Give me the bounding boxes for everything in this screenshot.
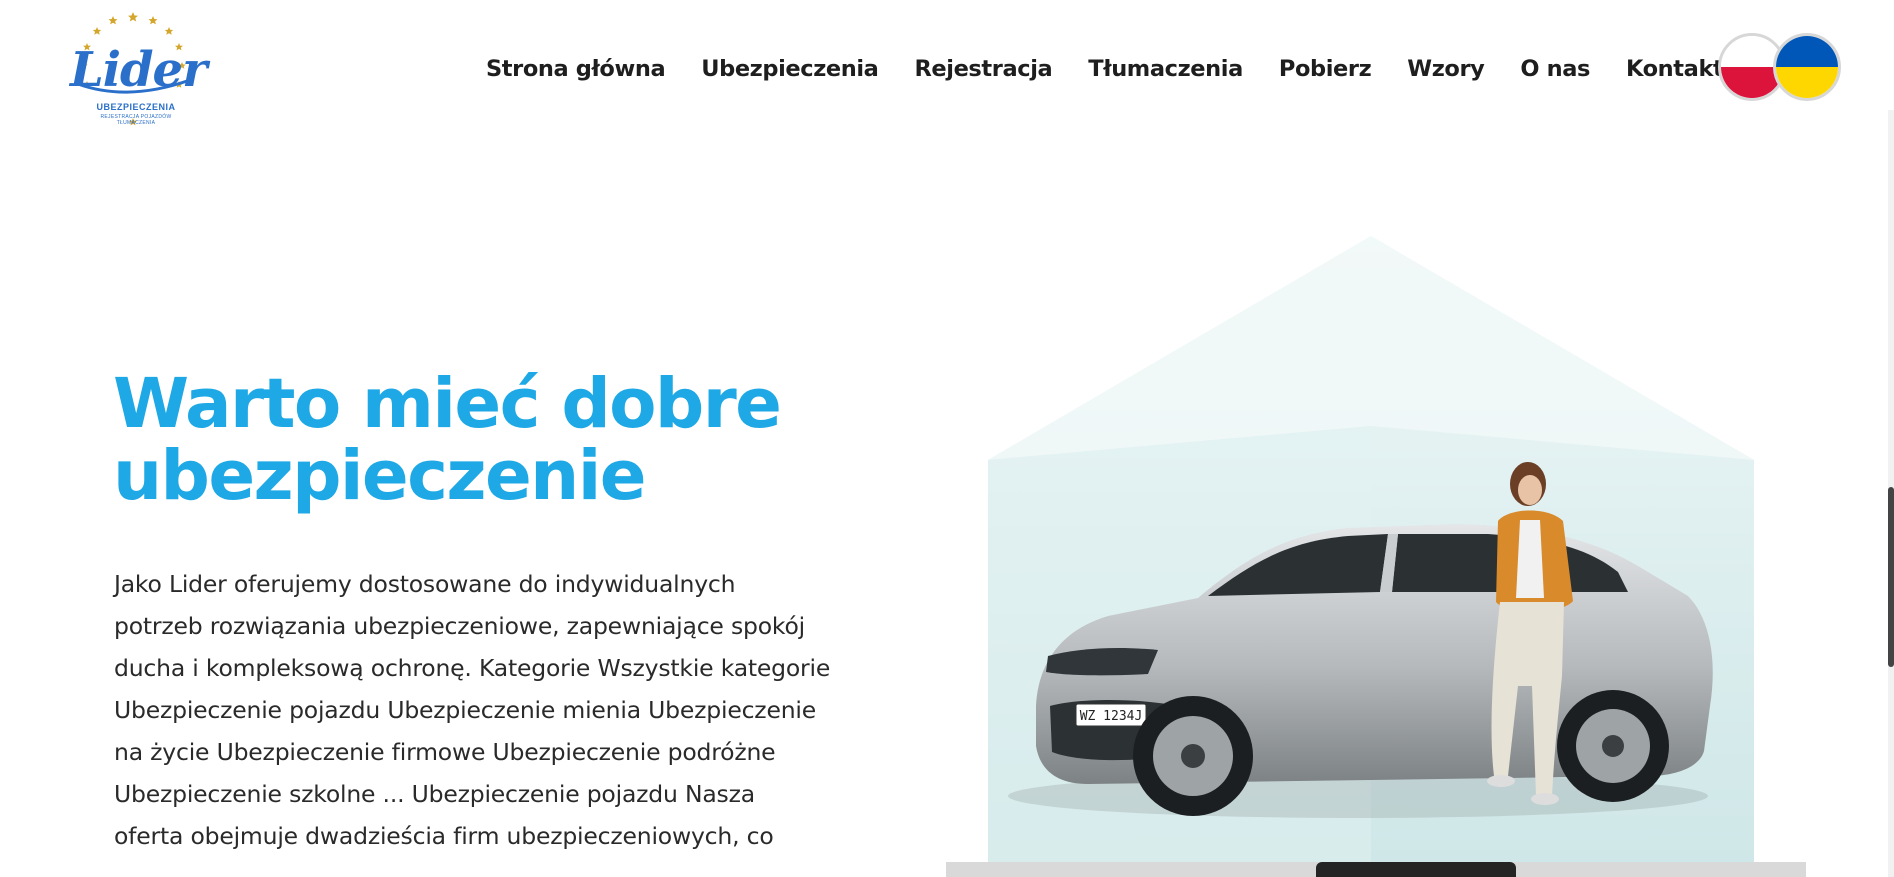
nav-item-about[interactable]: O nas [1520, 56, 1590, 82]
nav-item-translations[interactable]: Tłumaczenia [1088, 56, 1243, 82]
hero-text-line: Ubezpieczenie pojazdu Ubezpieczenie mien… [114, 696, 816, 724]
hero-text-line: Ubezpieczenie szkolne ... Ubezpieczenie … [114, 780, 755, 808]
hero-text-line: oferta obejmuje dwadzieścia firm ubezpie… [114, 822, 774, 850]
car-with-woman-image: WZ 1234J [988, 236, 1754, 864]
nav-item-contact[interactable]: Kontakt [1626, 56, 1724, 82]
page-scrollbar[interactable] [1888, 110, 1894, 877]
hero-title: Warto mieć dobre ubezpieczenie [113, 368, 833, 512]
hero-text-line: Jako Lider oferujemy dostosowane do indy… [114, 570, 736, 598]
hero-title-line-2: ubezpieczenie [113, 436, 647, 516]
hero-text-line: ducha i kompleksową ochronę. Kategorie W… [114, 654, 831, 682]
nav-item-templates[interactable]: Wzory [1407, 56, 1485, 82]
nav-item-home[interactable]: Strona główna [486, 56, 666, 82]
hero-text-line: potrzeb rozwiązania ubezpieczeniowe, zap… [114, 612, 805, 640]
ukraine-flag-icon[interactable] [1773, 33, 1841, 101]
nav-item-insurance[interactable]: Ubezpieczenia [701, 56, 879, 82]
license-plate-text: WZ 1234J [1080, 709, 1143, 724]
hero-description: Jako Lider oferujemy dostosowane do indy… [114, 563, 914, 857]
hero-text-line: na życie Ubezpieczenie firmowe Ubezpiecz… [114, 738, 776, 766]
logo-wordmark: Lider [70, 42, 207, 98]
main-nav: Strona główna Ubezpieczenia Rejestracja … [486, 56, 1759, 82]
logo[interactable]: Lider UBEZPIECZENIA REJESTRACJA POJAZDÓW… [68, 10, 207, 128]
language-switcher [1718, 33, 1844, 107]
second-hero-image [946, 862, 1806, 877]
nav-item-downloads[interactable]: Pobierz [1279, 56, 1372, 82]
logo-tagline-1: UBEZPIECZENIA [96, 102, 176, 112]
nav-item-registration[interactable]: Rejestracja [914, 56, 1052, 82]
scrollbar-thumb[interactable] [1888, 487, 1894, 667]
logo-tagline-3: TŁUMACZENIA [116, 120, 156, 126]
hero-title-line-1: Warto mieć dobre [113, 364, 782, 444]
